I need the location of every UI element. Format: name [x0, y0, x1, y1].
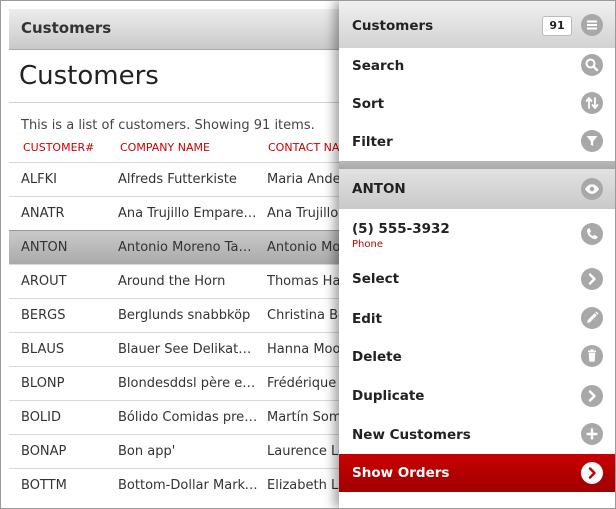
phone-icon[interactable]: [581, 223, 603, 245]
menu-item-label: New Customers: [352, 427, 471, 443]
cell-customer-id: BLAUS: [21, 342, 65, 357]
table-row[interactable]: BOLID Bólido Comidas preparadas Martín S…: [9, 400, 347, 435]
cell-contact-name: Martín Sommer: [267, 410, 347, 425]
cell-customer-id: AROUT: [21, 274, 67, 289]
cell-contact-name: Elizabeth Lincoln: [267, 478, 347, 493]
cell-contact-name: Frédérique Citeaux: [267, 376, 347, 391]
cell-contact-name: Laurence Lebihan: [267, 444, 347, 459]
menu-item-label: Show Orders: [352, 465, 450, 481]
cell-customer-id: ALFKI: [21, 172, 57, 187]
menu-divider: [339, 161, 615, 169]
eye-icon[interactable]: [581, 178, 603, 200]
trash-icon: [581, 345, 603, 367]
cell-company-name: Blondesddsl père et fils: [118, 376, 258, 391]
cell-contact-name: Maria Anders: [267, 172, 347, 187]
cell-customer-id: BOTTM: [21, 478, 67, 493]
chevron-right-icon: [581, 385, 603, 407]
cell-company-name: Antonio Moreno Taquería: [118, 240, 258, 255]
menu-item-label: Edit: [352, 311, 382, 327]
menu-item-select[interactable]: Select: [339, 259, 615, 300]
pencil-icon: [581, 307, 603, 329]
table-row[interactable]: AROUT Around the Horn Thomas Hardy: [9, 264, 347, 299]
cell-customer-id: BOLID: [21, 410, 62, 425]
menu-record-header[interactable]: ANTON: [339, 169, 615, 210]
chevron-right-icon: [581, 268, 603, 290]
menu-item-label: Duplicate: [352, 388, 425, 404]
cell-company-name: Bon app': [118, 444, 176, 459]
menu-item-sort[interactable]: Sort: [339, 86, 615, 125]
menu-item-label: Search: [352, 58, 405, 74]
hamburger-icon[interactable]: [581, 14, 603, 36]
cell-contact-name: Thomas Hardy: [267, 274, 347, 289]
cell-company-name: Alfreds Futterkiste: [118, 172, 237, 187]
record-label: ANTON: [352, 181, 406, 197]
menu-item-edit[interactable]: Edit: [339, 299, 615, 339]
search-icon: [581, 54, 603, 76]
menu-item-new-customers[interactable]: New Customers: [339, 416, 615, 455]
cell-contact-name: Christina Berglund: [267, 308, 347, 323]
phone-number: (5) 555-3932: [352, 221, 450, 237]
table-row[interactable]: BOTTM Bottom-Dollar Markets Elizabeth Li…: [9, 468, 347, 503]
cell-customer-id: ANATR: [21, 206, 65, 221]
cell-customer-id: BERGS: [21, 308, 66, 323]
menu-item-duplicate[interactable]: Duplicate: [339, 376, 615, 417]
cell-company-name: Ana Trujillo Emparedados y helados: [118, 206, 258, 221]
menu-item-label: Sort: [352, 96, 385, 112]
cell-company-name: Blauer See Delikatessen: [118, 342, 258, 357]
table-row[interactable]: BONAP Bon app' Laurence Lebihan: [9, 434, 347, 469]
sort-icon: [581, 92, 603, 114]
cell-company-name: Around the Horn: [118, 274, 226, 289]
table-row[interactable]: BLAUS Blauer See Delikatessen Hanna Moos: [9, 332, 347, 367]
context-menu-panel: Customers 91 Search Sort Filter ANTON (5…: [339, 1, 615, 508]
app-title: Customers: [21, 19, 112, 37]
cell-company-name: Bólido Comidas preparadas: [118, 410, 258, 425]
page-title: Customers: [19, 61, 159, 91]
cell-customer-id: BLONP: [21, 376, 65, 391]
page-description: This is a list of customers. Showing 91 …: [21, 118, 315, 133]
menu-item-phone[interactable]: (5) 555-3932 Phone: [339, 209, 615, 260]
cell-contact-name: Antonio Moreno: [267, 240, 347, 255]
plus-icon: [581, 423, 603, 445]
divider: [9, 102, 339, 103]
menu-item-filter[interactable]: Filter: [339, 124, 615, 162]
cell-contact-name: Ana Trujillo: [267, 206, 339, 221]
column-header-company[interactable]: COMPANY NAME: [120, 141, 210, 154]
table-row-selected[interactable]: ANTON Antonio Moreno Taquería Antonio Mo…: [9, 230, 347, 265]
table-row[interactable]: BLONP Blondesddsl père et fils Frédériqu…: [9, 366, 347, 401]
cell-contact-name: Hanna Moos: [267, 342, 347, 357]
top-bar: Customers: [9, 9, 339, 50]
menu-item-label: Filter: [352, 134, 393, 150]
menu-item-show-orders[interactable]: Show Orders: [339, 454, 615, 492]
cell-customer-id: BONAP: [21, 444, 67, 459]
menu-header-customers[interactable]: Customers 91: [339, 1, 615, 49]
menu-item-label: Delete: [352, 349, 402, 365]
cell-company-name: Berglunds snabbköp: [118, 308, 251, 323]
menu-item-search[interactable]: Search: [339, 48, 615, 87]
table-row[interactable]: ANATR Ana Trujillo Emparedados y helados…: [9, 196, 339, 231]
column-header-customer[interactable]: CUSTOMER#: [23, 141, 94, 154]
count-badge: 91: [542, 16, 572, 36]
filter-icon: [581, 130, 603, 152]
table-row[interactable]: ALFKI Alfreds Futterkiste Maria Anders: [9, 162, 347, 197]
menu-item-label: Select: [352, 271, 400, 287]
cell-company-name: Bottom-Dollar Markets: [118, 478, 258, 493]
table-row[interactable]: BERGS Berglunds snabbköp Christina Bergl…: [9, 298, 347, 333]
menu-header-label: Customers: [352, 18, 434, 34]
menu-item-delete[interactable]: Delete: [339, 338, 615, 377]
cell-customer-id: ANTON: [21, 240, 68, 255]
phone-label: Phone: [352, 239, 383, 250]
chevron-right-icon: [581, 462, 603, 484]
app-frame: Customers Customers This is a list of cu…: [0, 0, 616, 509]
